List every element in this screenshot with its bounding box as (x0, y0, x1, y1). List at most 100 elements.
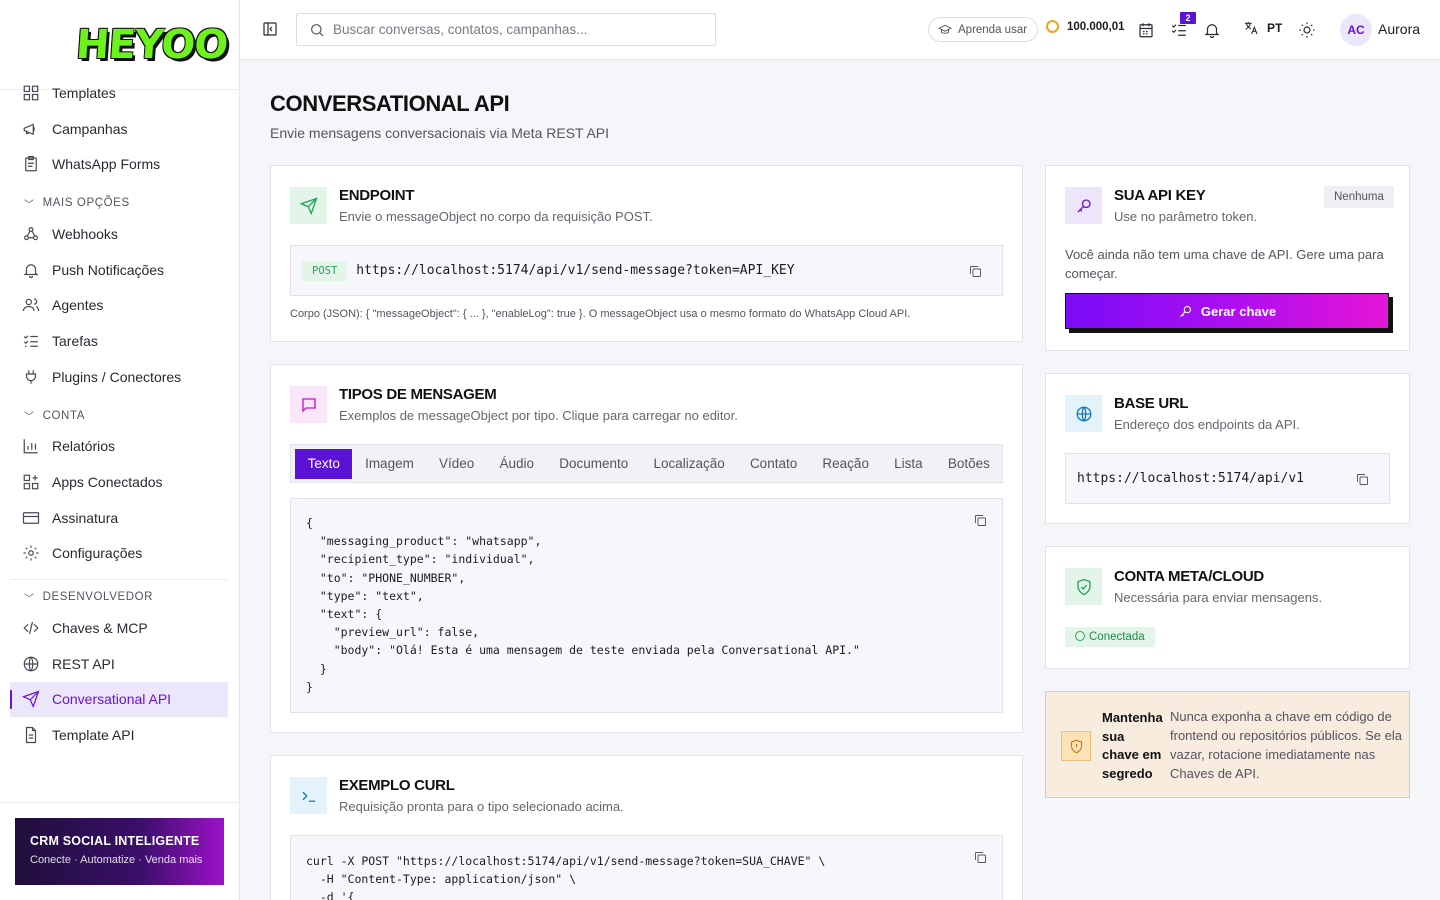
graduation-cap-icon (938, 24, 952, 34)
section-header-desenvolvedor[interactable]: ﹀ DESENVOLVEDOR (10, 584, 228, 610)
sidebar-item-tarefas[interactable]: Tarefas (10, 323, 228, 359)
avatar[interactable]: AC (1340, 14, 1372, 46)
sidebar-item-label: WhatsApp Forms (52, 156, 161, 173)
language-selector[interactable]: PT (1243, 20, 1282, 36)
sidebar-item-push-notificacoes[interactable]: Push Notificações (10, 252, 228, 288)
copy-icon[interactable] (968, 264, 983, 279)
sidebar-item-assinatura[interactable]: Assinatura (10, 500, 228, 536)
button-label: Gerar chave (1200, 303, 1277, 319)
promo-banner[interactable]: CRM SOCIAL INTELIGENTE Conecte · Automat… (15, 818, 224, 885)
app-logo[interactable]: HEYOO (74, 22, 229, 68)
curl-code-box[interactable]: curl -X POST "https://localhost:5174/api… (290, 835, 1003, 900)
copy-icon[interactable] (973, 513, 988, 528)
tab-video[interactable]: Vídeo (426, 449, 486, 479)
gear-icon (23, 545, 39, 561)
tab-imagem[interactable]: Imagem (352, 449, 426, 479)
promo-subtitle: Conecte · Automatize · Venda mais (30, 854, 203, 866)
coin-icon (1046, 20, 1059, 33)
search-input[interactable] (333, 22, 715, 37)
tab-lista[interactable]: Lista (882, 449, 936, 479)
section-header-conta[interactable]: ﹀ CONTA (10, 403, 228, 429)
sidebar-item-whatsapp-forms[interactable]: WhatsApp Forms (10, 146, 228, 182)
sun-icon[interactable] (1298, 21, 1316, 39)
user-name[interactable]: Aurora (1378, 21, 1420, 37)
check-circle-icon (1075, 631, 1085, 641)
connected-badge: Conectada (1065, 627, 1155, 647)
card-header: BASE URL Endereço dos endpoints da API. (1065, 395, 1300, 432)
curl-example-card: EXEMPLO CURL Requisição pronta para o ti… (270, 755, 1023, 900)
base-url-box[interactable]: https://localhost:5174/api/v1 (1065, 453, 1390, 504)
tab-contato[interactable]: Contato (737, 449, 809, 479)
key-icon (1065, 187, 1102, 224)
section-header-mais-opcoes[interactable]: ﹀ MAIS OPÇÕES (10, 190, 228, 216)
send-icon (290, 187, 327, 224)
tab-localizacao[interactable]: Localização (641, 449, 737, 479)
sidebar-item-apps-conectados[interactable]: Apps Conectados (10, 464, 228, 500)
tab-botoes[interactable]: Botões (935, 449, 1002, 479)
bar-chart-icon (23, 439, 38, 454)
sidebar-item-templates[interactable]: Templates (10, 76, 228, 111)
curl-code[interactable]: curl -X POST "https://localhost:5174/api… (291, 836, 1002, 900)
message-types-card: TIPOS DE MENSAGEM Exemplos de messageObj… (270, 364, 1023, 733)
sidebar-item-rest-api[interactable]: REST API (10, 646, 228, 682)
sidebar-item-label: Configurações (52, 545, 143, 562)
tab-reacao[interactable]: Reação (810, 449, 882, 479)
card-header: CONTA META/CLOUD Necessária para enviar … (1065, 568, 1322, 605)
copy-icon[interactable] (1355, 472, 1370, 487)
card-title: BASE URL (1114, 395, 1189, 412)
tab-documento[interactable]: Documento (547, 449, 641, 479)
credits-balance[interactable]: 100.000,01 (1046, 20, 1125, 33)
sidebar-toggle-icon[interactable] (262, 21, 278, 37)
endpoint-url[interactable]: https://localhost:5174/api/v1/send-messa… (356, 263, 794, 278)
search-bar[interactable] (296, 13, 716, 46)
translate-icon (1245, 22, 1258, 35)
credit-card-icon (22, 511, 40, 524)
page-subtitle: Envie mensagens conversacionais via Meta… (270, 125, 610, 141)
sidebar-item-template-api[interactable]: Template API (10, 717, 228, 753)
clipboard-icon (25, 156, 37, 172)
sidebar-item-chaves-mcp[interactable]: Chaves & MCP (10, 610, 228, 646)
card-header: EXEMPLO CURL Requisição pronta para o ti… (290, 777, 624, 814)
search-icon (311, 23, 324, 36)
sidebar-item-webhooks[interactable]: Webhooks (10, 216, 228, 252)
sidebar-item-conversational-api[interactable]: Conversational API (10, 681, 228, 718)
endpoint-url-box[interactable]: POST https://localhost:5174/api/v1/send-… (290, 245, 1003, 296)
card-subtitle: Use no parâmetro token. (1114, 209, 1258, 224)
sidebar-item-agentes[interactable]: Agentes (10, 287, 228, 323)
card-subtitle: Endereço dos endpoints da API. (1114, 417, 1300, 432)
generate-key-button[interactable]: Gerar chave (1065, 293, 1389, 329)
divider (10, 579, 228, 581)
warning-title: Mantenha sua chave em segredo (1102, 710, 1163, 781)
status-badge: Nenhuma (1324, 186, 1394, 208)
key-icon (1180, 305, 1191, 317)
card-header: SUA API KEY Use no parâmetro token. (1065, 187, 1257, 224)
learn-label: Aprenda usar (958, 23, 1028, 36)
base-url[interactable]: https://localhost:5174/api/v1 (1077, 471, 1304, 486)
sidebar-item-campanhas[interactable]: Campanhas (10, 111, 228, 147)
code-editor[interactable]: { "messaging_product": "whatsapp", "reci… (290, 498, 1003, 713)
endpoint-card: ENDPOINT Envie o messageObject no corpo … (270, 165, 1023, 342)
divider (0, 802, 239, 803)
card-header: ENDPOINT Envie o messageObject no corpo … (290, 187, 653, 224)
sidebar-item-configuracoes[interactable]: Configurações (10, 536, 228, 572)
message-object-code[interactable]: { "messaging_product": "whatsapp", "reci… (291, 499, 1002, 696)
topbar: Aprenda usar 100.000,01 2 PT AC Aurora (240, 0, 1440, 60)
card-subtitle: Necessária para enviar mensagens. (1114, 590, 1323, 605)
sidebar-item-relatorios[interactable]: Relatórios (10, 429, 228, 465)
copy-icon[interactable] (973, 850, 988, 865)
learn-button[interactable]: Aprenda usar (928, 17, 1039, 42)
card-subtitle: Exemplos de messageObject por tipo. Cliq… (339, 408, 738, 423)
bell-icon[interactable] (1203, 21, 1221, 39)
sidebar-item-plugins[interactable]: Plugins / Conectores (10, 359, 228, 395)
message-square-icon (290, 386, 327, 423)
card-title: TIPOS DE MENSAGEM (339, 386, 497, 403)
calendar-icon[interactable] (1137, 21, 1155, 39)
globe-icon (1065, 395, 1102, 432)
tab-texto[interactable]: Texto (295, 448, 353, 479)
sidebar-item-label: Template API (52, 727, 135, 744)
tasks-badge: 2 (1180, 12, 1196, 24)
api-key-message: Você ainda não tem uma chave de API. Ger… (1065, 247, 1384, 281)
tab-audio[interactable]: Áudio (487, 449, 547, 479)
webhook-icon (24, 226, 38, 241)
warning-text: Nunca exponha a chave em código de front… (1170, 709, 1402, 781)
